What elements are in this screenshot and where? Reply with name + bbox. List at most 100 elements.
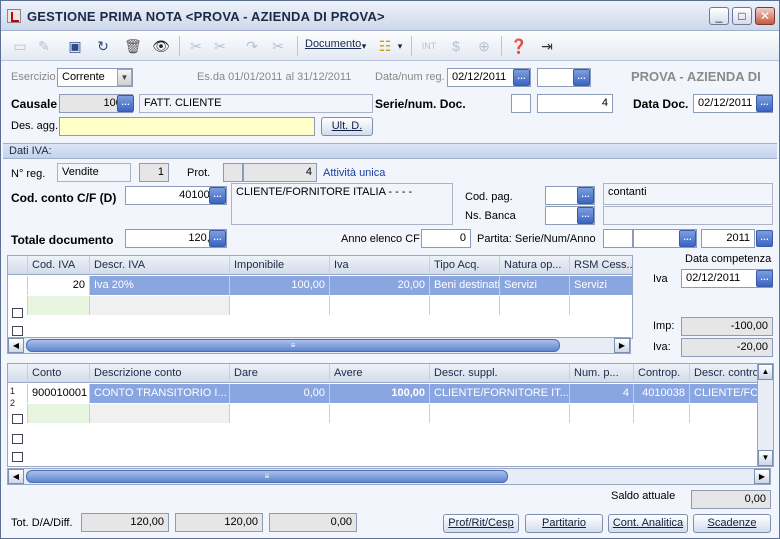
calculator-button[interactable]: … bbox=[209, 230, 226, 247]
conti-grid-vscroll[interactable]: ▲ ▼ bbox=[757, 363, 774, 467]
conti-grid-hscroll[interactable]: ◀ ≡ ▶ bbox=[7, 468, 771, 485]
open-icon[interactable]: ✎ bbox=[35, 36, 53, 56]
cell-empty[interactable] bbox=[28, 296, 90, 315]
lookup-button[interactable]: … bbox=[577, 187, 594, 204]
calendar-button[interactable]: … bbox=[756, 95, 773, 112]
col-cod-iva[interactable]: Cod. IVA bbox=[28, 256, 90, 275]
col-num-p[interactable]: Num. p... bbox=[570, 364, 634, 383]
cell-empty[interactable] bbox=[500, 296, 570, 315]
cell-empty[interactable] bbox=[570, 404, 634, 423]
globe-icon[interactable]: ⊕ bbox=[475, 36, 493, 56]
dollar-icon[interactable]: $ bbox=[447, 36, 465, 56]
cell-empty[interactable] bbox=[330, 404, 430, 423]
lookup-button[interactable]: … bbox=[117, 95, 134, 112]
calendar-button[interactable]: … bbox=[756, 270, 773, 287]
maximize-button[interactable]: □ bbox=[732, 7, 752, 25]
copy-row-icon[interactable] bbox=[12, 414, 23, 424]
cont-analitica-button[interactable]: Cont. Analitica bbox=[608, 514, 688, 533]
cell-empty[interactable] bbox=[90, 404, 230, 423]
chevron-down-icon[interactable]: ▾ bbox=[395, 36, 405, 56]
cell-imponibile[interactable]: 100,00 bbox=[230, 276, 330, 295]
scroll-left-icon[interactable]: ◀ bbox=[8, 338, 24, 353]
clear-icon[interactable]: ✂ bbox=[269, 36, 287, 56]
conti-grid[interactable]: Conto Descrizione conto Dare Avere Descr… bbox=[7, 363, 771, 467]
col-rsm-cess[interactable]: RSM Cess... bbox=[570, 256, 632, 275]
lookup-button[interactable]: … bbox=[679, 230, 696, 247]
col-avere[interactable]: Avere bbox=[330, 364, 430, 383]
lookup-button[interactable]: … bbox=[209, 187, 226, 204]
list-icon[interactable] bbox=[12, 326, 23, 336]
redo-icon[interactable]: ↷ bbox=[243, 36, 261, 56]
chevron-down-icon[interactable]: ▼ bbox=[117, 69, 132, 86]
col-conto[interactable]: Conto bbox=[28, 364, 90, 383]
lookup-button[interactable]: … bbox=[756, 230, 773, 247]
chevron-down-icon[interactable]: ▾ bbox=[359, 36, 369, 56]
cell-empty[interactable] bbox=[634, 404, 690, 423]
uncut-icon[interactable]: ✂ bbox=[211, 36, 229, 56]
lookup-button[interactable]: … bbox=[573, 69, 590, 86]
delete-icon[interactable]: 🗑 bbox=[123, 36, 143, 56]
scroll-down-icon[interactable]: ▼ bbox=[758, 450, 773, 466]
col-imponibile[interactable]: Imponibile bbox=[230, 256, 330, 275]
scroll-right-icon[interactable]: ▶ bbox=[754, 469, 770, 484]
minimize-button[interactable]: _ bbox=[709, 7, 729, 25]
cell-empty[interactable] bbox=[570, 296, 632, 315]
partita-serie-field[interactable] bbox=[603, 229, 633, 248]
scadenze-button[interactable]: Scadenze bbox=[693, 514, 771, 533]
col-dare[interactable]: Dare bbox=[230, 364, 330, 383]
cell-descr-suppl[interactable]: CLIENTE/FORNITORE IT... bbox=[430, 384, 570, 403]
cut-icon[interactable]: ✂ bbox=[187, 36, 205, 56]
col-descr-suppl[interactable]: Descr. suppl. bbox=[430, 364, 570, 383]
scroll-right-icon[interactable]: ▶ bbox=[614, 338, 630, 353]
cell-natura-op[interactable]: Servizi bbox=[500, 276, 570, 295]
col-iva[interactable]: Iva bbox=[330, 256, 430, 275]
cell-controp[interactable]: 4010038 bbox=[634, 384, 690, 403]
copy-row-icon[interactable] bbox=[12, 308, 23, 318]
exit-icon[interactable]: ⇥ bbox=[537, 36, 557, 56]
serie-field[interactable] bbox=[511, 94, 531, 113]
col-descr-iva[interactable]: Descr. IVA bbox=[90, 256, 230, 275]
save-icon[interactable]: ▣ bbox=[65, 36, 85, 56]
cell-avere[interactable]: 100,00 bbox=[330, 384, 430, 403]
cell-empty[interactable] bbox=[430, 296, 500, 315]
cell-tipo-acq[interactable]: Beni destinati bbox=[430, 276, 500, 295]
cell-empty[interactable] bbox=[430, 404, 570, 423]
cell-conto[interactable]: 900010001 bbox=[28, 384, 90, 403]
lookup-button[interactable]: … bbox=[577, 207, 594, 224]
partita-anno-field[interactable]: 2011 bbox=[701, 229, 755, 248]
scroll-left-icon[interactable]: ◀ bbox=[8, 469, 24, 484]
col-descrizione-conto[interactable]: Descrizione conto bbox=[90, 364, 230, 383]
iva-grid[interactable]: Cod. IVA Descr. IVA Imponibile Iva Tipo … bbox=[7, 255, 633, 339]
documento-menu[interactable]: Documento bbox=[305, 38, 361, 50]
cell-descrizione-conto[interactable]: CONTO TRANSITORIO I... bbox=[90, 384, 230, 403]
cell-empty[interactable] bbox=[90, 296, 230, 315]
scroll-thumb[interactable]: ≡ bbox=[26, 470, 508, 483]
cell-rsm-cess[interactable]: Servizi bbox=[570, 276, 632, 295]
list-icon[interactable] bbox=[12, 434, 23, 444]
anno-field[interactable]: 0 bbox=[421, 229, 471, 248]
cell-empty[interactable] bbox=[330, 296, 430, 315]
new-icon[interactable]: ▭ bbox=[11, 36, 29, 56]
int-icon[interactable]: INT bbox=[419, 36, 439, 56]
cell-iva[interactable]: 20,00 bbox=[330, 276, 430, 295]
cell-cod-iva[interactable]: 20 bbox=[28, 276, 90, 295]
prof-rit-cesp-button[interactable]: Prof/Rit/Cesp bbox=[443, 514, 519, 533]
ult-d-button[interactable]: Ult. D. bbox=[321, 117, 373, 136]
cell-num-p[interactable]: 4 bbox=[570, 384, 634, 403]
cell-empty[interactable] bbox=[230, 404, 330, 423]
undo-icon[interactable]: ↻ bbox=[93, 36, 113, 56]
close-button[interactable]: ✕ bbox=[755, 7, 775, 25]
export-icon[interactable] bbox=[12, 452, 23, 462]
find-icon[interactable]: 👁 bbox=[151, 36, 171, 56]
col-natura-op[interactable]: Natura op... bbox=[500, 256, 570, 275]
cell-descr-iva[interactable]: Iva 20% bbox=[90, 276, 230, 295]
des-agg-field[interactable] bbox=[59, 117, 315, 136]
grid-icon[interactable]: ☷ bbox=[375, 36, 395, 56]
cell-empty[interactable] bbox=[28, 404, 90, 423]
col-controp[interactable]: Controp. bbox=[634, 364, 690, 383]
scroll-up-icon[interactable]: ▲ bbox=[758, 364, 773, 380]
calendar-button[interactable]: … bbox=[513, 69, 530, 86]
partitario-button[interactable]: Partitario bbox=[525, 514, 603, 533]
scroll-thumb[interactable]: ≡ bbox=[26, 339, 560, 352]
num-doc-field[interactable]: 4 bbox=[537, 94, 613, 113]
